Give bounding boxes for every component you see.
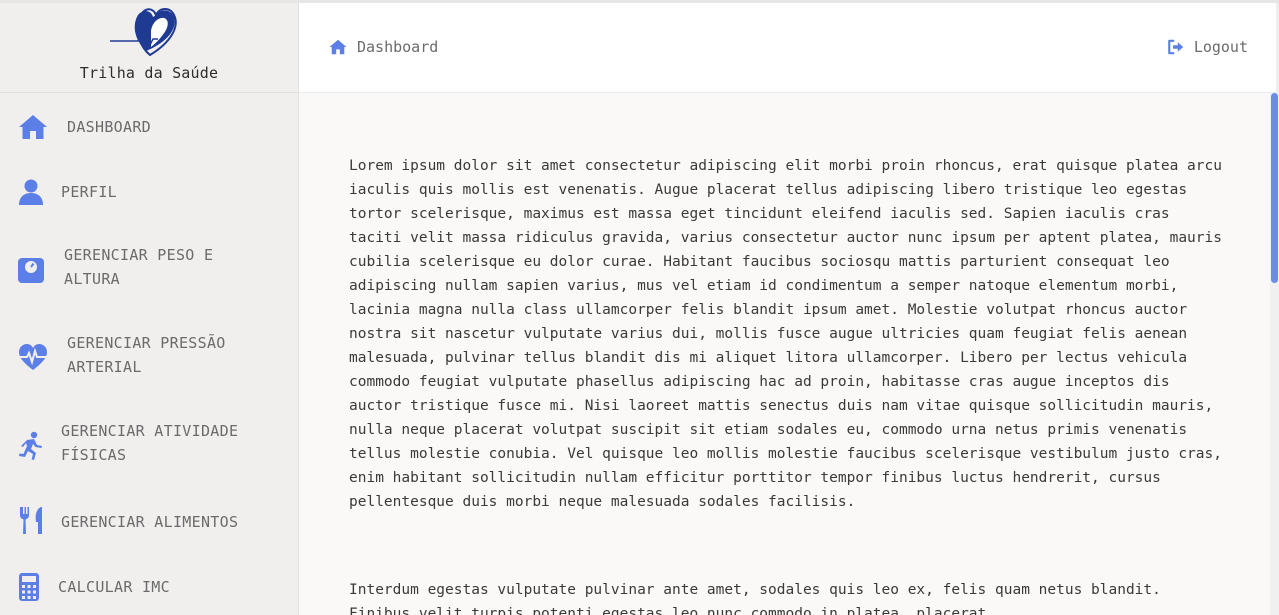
sidebar-item-label: GERENCIAR PESO E [64,246,214,264]
logout-label: Logout [1193,38,1248,56]
weight-scale-icon [16,255,46,285]
sidebar-item-dashboard[interactable]: DASHBOARD [0,110,298,144]
sidebar-item-label-line2: ARTERIAL [67,358,142,376]
sidebar-item-pressao-arterial[interactable]: GERENCIAR PRESSÃO ARTERIAL [0,331,298,381]
logout-button[interactable]: Logout [1167,36,1248,58]
sidebar-item-label: PERFIL [61,183,117,201]
sidebar: Trilha da Saúde DASHBOARD PERFIL GERENCI… [0,3,299,615]
sidebar-item-label: GERENCIAR PRESSÃO [67,334,226,352]
sidebar-item-label-line2: ALTURA [64,270,120,288]
sidebar-item-perfil[interactable]: PERFIL [0,175,298,209]
breadcrumb[interactable]: Dashboard [329,36,438,58]
sidebar-item-label: DASHBOARD [67,118,151,136]
home-icon [329,39,347,55]
content-scrollbar-thumb[interactable] [1271,93,1278,283]
sidebar-item-label: CALCULAR IMC [58,578,170,596]
content-paragraph: Interdum egestas vulputate pulvinar ante… [349,582,1161,615]
user-icon [16,177,46,207]
sidebar-item-peso-altura[interactable]: GERENCIAR PESO E ALTURA [0,243,298,293]
top-header: Dashboard Logout [299,3,1279,93]
heart-pulse-logo-icon [108,5,192,57]
home-icon [18,112,48,142]
breadcrumb-label: Dashboard [357,38,439,56]
sidebar-item-label: GERENCIAR ATIVIDADE [61,422,239,440]
content-paragraph: Lorem ipsum dolor sit amet consectetur a… [349,158,1222,510]
main-content: Lorem ipsum dolor sit amet consectetur a… [299,93,1270,615]
utensils-icon [17,506,47,536]
brand[interactable]: Trilha da Saúde [0,3,298,93]
logout-icon [1168,39,1184,55]
sidebar-item-label: GERENCIAR ALIMENTOS [61,513,239,531]
sidebar-item-alimentos[interactable]: GERENCIAR ALIMENTOS [0,505,298,539]
brand-name: Trilha da Saúde [79,64,219,82]
sidebar-item-atividade-fisicas[interactable]: GERENCIAR ATIVIDADE FÍSICAS [0,419,298,469]
running-icon [16,431,46,461]
heart-pulse-icon [18,343,48,373]
sidebar-item-calcular-imc[interactable]: CALCULAR IMC [0,570,298,604]
sidebar-item-label-line2: FÍSICAS [61,446,127,464]
calculator-icon [14,572,44,602]
